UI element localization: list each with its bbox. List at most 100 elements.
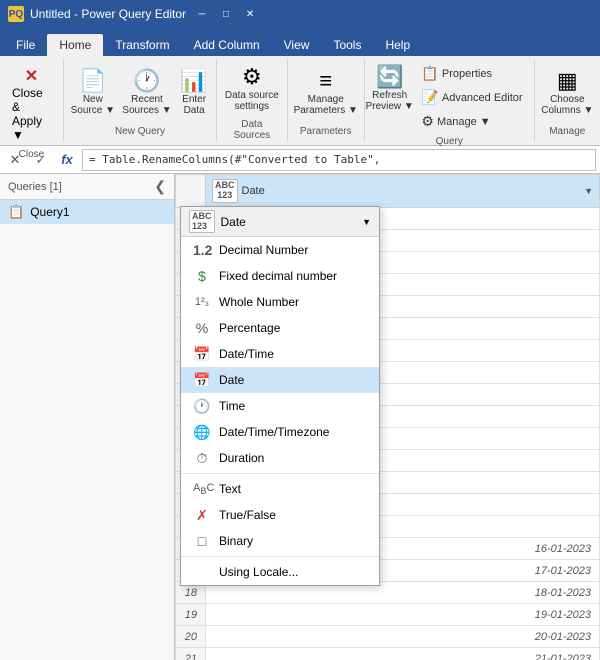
dropdown-item-percentage[interactable]: % Percentage — [181, 315, 379, 341]
duration-icon: ⏱ — [193, 450, 211, 467]
minimize-button[interactable]: ─ — [192, 6, 212, 22]
dropdown-item-datetime[interactable]: 📅 Date/Time — [181, 341, 379, 367]
date-col-header-content[interactable]: ABC123 Date ▼ — [206, 175, 599, 207]
dropdown-item-using-locale[interactable]: Using Locale... — [181, 559, 379, 585]
sidebar: Queries [1] ❮ 📋 Query1 — [0, 174, 175, 660]
enter-data-icon: 📊 — [180, 70, 207, 92]
manage-parameters-button[interactable]: ≡ ManageParameters ▼ — [292, 66, 360, 120]
percentage-label: Percentage — [219, 321, 280, 335]
enter-data-button[interactable]: 📊 EnterData — [176, 66, 212, 120]
choose-columns-button[interactable]: ▦ ChooseColumns ▼ — [539, 66, 596, 120]
dropdown-item-truefalse[interactable]: ✗ True/False — [181, 502, 379, 528]
new-source-icon: 📄 — [79, 70, 106, 92]
new-source-button[interactable]: 📄 NewSource ▼ — [68, 66, 118, 120]
row-number-header — [176, 175, 206, 208]
refresh-preview-icon: 🔄 — [376, 66, 403, 88]
formula-bar: ✕ ✓ fx — [0, 146, 600, 174]
window-controls[interactable]: ─ □ ✕ — [192, 6, 260, 22]
ribbon-group-close: ✕ Close & Apply ▼ Close — [0, 60, 64, 141]
tab-add-column[interactable]: Add Column — [182, 34, 272, 56]
formula-cancel-button[interactable]: ✕ — [4, 149, 26, 171]
dropdown-item-whole[interactable]: 1²₃ Whole Number — [181, 289, 379, 315]
manage-parameters-icon: ≡ — [319, 70, 332, 92]
dropdown-item-duration[interactable]: ⏱ Duration — [181, 445, 379, 471]
date-icon: 📅 — [193, 372, 211, 389]
fx-button[interactable]: fx — [56, 149, 78, 171]
queries-label: Queries [1] — [8, 181, 62, 193]
manage-button[interactable]: ⚙ Manage ▼ — [414, 110, 529, 133]
dropdown-item-fixed-decimal[interactable]: $ Fixed decimal number — [181, 263, 379, 289]
using-locale-label: Using Locale... — [219, 565, 298, 579]
datetime-icon: 📅 — [193, 346, 211, 363]
date-column-header[interactable]: ABC123 Date ▼ — [206, 175, 600, 208]
tab-transform[interactable]: Transform — [103, 34, 181, 56]
date-col-name: Date — [242, 185, 265, 197]
properties-icon: 📋 — [421, 65, 438, 82]
dropdown-item-text[interactable]: ABC Text — [181, 476, 379, 502]
dropdown-item-binary[interactable]: □ Binary — [181, 528, 379, 554]
fixed-decimal-icon: $ — [193, 268, 211, 284]
time-icon: 🕐 — [193, 398, 211, 415]
manage-cols-group-label: Manage — [539, 123, 596, 139]
table-row: 2121-01-2023 — [176, 648, 600, 660]
tab-file[interactable]: File — [4, 34, 47, 56]
date-label: Date — [219, 373, 244, 387]
formula-confirm-button[interactable]: ✓ — [30, 149, 52, 171]
content-area: ABC123 Date ▼ 1234567891011121314151616-… — [175, 174, 600, 660]
row-number-cell: 19 — [176, 604, 206, 626]
query-icon: 📋 — [8, 204, 24, 220]
dropdown-separator-1 — [181, 473, 379, 474]
main-area: Queries [1] ❮ 📋 Query1 ABC123 Date — [0, 174, 600, 660]
data-sources-group-label: Data Sources — [221, 116, 282, 143]
tab-help[interactable]: Help — [373, 34, 422, 56]
dropdown-header: ABC123 Date ▼ — [181, 207, 379, 237]
decimal-label: Decimal Number — [219, 243, 308, 257]
recent-sources-icon: 🕐 — [133, 70, 160, 92]
datetime-label: Date/Time — [219, 347, 274, 361]
app-icon: PQ — [8, 6, 24, 22]
dropdown-header-type-icon[interactable]: ABC123 — [189, 210, 215, 234]
properties-button[interactable]: 📋 Properties — [414, 62, 529, 85]
binary-icon: □ — [193, 533, 211, 549]
tab-tools[interactable]: Tools — [321, 34, 373, 56]
truefalse-icon: ✗ — [193, 507, 211, 524]
dropdown-header-arrow[interactable]: ▼ — [362, 217, 371, 227]
ribbon-tab-bar: File Home Transform Add Column View Tool… — [0, 28, 600, 56]
ribbon-group-query: 🔄 RefreshPreview ▼ 📋 Properties 📝 Advanc… — [365, 60, 535, 141]
recent-sources-button[interactable]: 🕐 RecentSources ▼ — [120, 66, 174, 120]
dropdown-item-date[interactable]: 📅 Date — [181, 367, 379, 393]
table-row: 2020-01-2023 — [176, 626, 600, 648]
data-source-settings-button[interactable]: ⚙ Data sourcesettings — [221, 62, 282, 116]
advanced-editor-button[interactable]: 📝 Advanced Editor — [414, 86, 529, 109]
tab-home[interactable]: Home — [47, 34, 103, 56]
ribbon-group-parameters: ≡ ManageParameters ▼ Parameters — [288, 60, 365, 141]
parameters-group-label: Parameters — [292, 123, 360, 139]
manage-icon: ⚙ — [421, 113, 434, 130]
collapse-sidebar-button[interactable]: ❮ — [154, 178, 166, 195]
close-window-button[interactable]: ✕ — [240, 6, 260, 22]
sidebar-item-query1[interactable]: 📋 Query1 — [0, 200, 174, 224]
refresh-preview-button[interactable]: 🔄 RefreshPreview ▼ — [369, 62, 410, 116]
ribbon: ✕ Close & Apply ▼ Close 📄 NewSource ▼ 🕐 … — [0, 56, 600, 146]
time-label: Time — [219, 399, 245, 413]
advanced-editor-icon: 📝 — [421, 89, 438, 106]
dropdown-item-decimal[interactable]: 1.2 Decimal Number — [181, 237, 379, 263]
title-text: Untitled - Power Query Editor — [30, 7, 186, 21]
formula-input[interactable] — [82, 149, 596, 171]
ribbon-group-manage-cols: ▦ ChooseColumns ▼ Manage — [535, 60, 600, 141]
date-cell: 19-01-2023 — [206, 604, 600, 626]
fixed-decimal-label: Fixed decimal number — [219, 269, 337, 283]
maximize-button[interactable]: □ — [216, 6, 236, 22]
table-row: 1919-01-2023 — [176, 604, 600, 626]
query-group-label: Query — [369, 133, 530, 149]
close-apply-button[interactable]: ✕ Close & Apply ▼ — [4, 62, 59, 146]
ribbon-group-data-sources: ⚙ Data sourcesettings Data Sources — [217, 60, 287, 141]
dropdown-item-datetimezone[interactable]: 🌐 Date/Time/Timezone — [181, 419, 379, 445]
dropdown-item-time[interactable]: 🕐 Time — [181, 393, 379, 419]
date-type-icon[interactable]: ABC123 — [212, 179, 238, 203]
dropdown-header-name: Date — [221, 215, 246, 229]
text-icon: ABC — [193, 482, 211, 496]
tab-view[interactable]: View — [272, 34, 322, 56]
col-dropdown-arrow[interactable]: ▼ — [584, 186, 593, 196]
close-icon: ✕ — [25, 66, 38, 86]
